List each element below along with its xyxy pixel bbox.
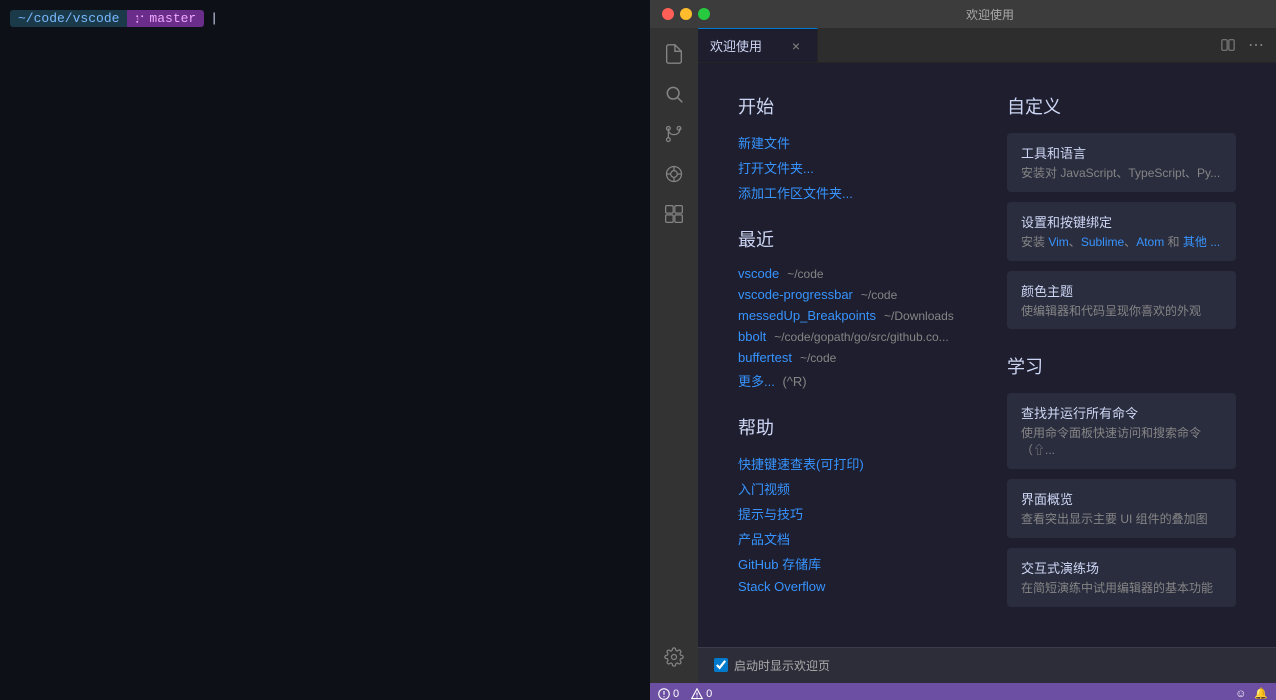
footer-bar: 启动时显示欢迎页: [698, 647, 1276, 683]
recent-item-1: vscode-progressbar ~/code: [738, 287, 967, 302]
start-title: 开始: [738, 93, 967, 119]
help-title: 帮助: [738, 414, 967, 440]
tab-close-button[interactable]: ×: [787, 37, 805, 55]
add-workspace-link[interactable]: 添加工作区文件夹...: [738, 183, 967, 202]
debug-icon[interactable]: [656, 156, 692, 192]
error-count: 0: [673, 688, 679, 700]
warning-count: 0: [706, 688, 712, 700]
intro-video-link[interactable]: 入门视频: [738, 479, 967, 498]
learn-section: 学习 查找并运行所有命令 使用命令面板快速访问和搜索命令（⇧... 界面概览 查…: [1007, 353, 1236, 606]
tools-card-title: 工具和语言: [1021, 143, 1222, 162]
vscode-window-title: 欢迎使用: [716, 6, 1264, 23]
bell-icon[interactable]: 🔔: [1254, 687, 1268, 700]
extensions-icon[interactable]: [656, 196, 692, 232]
recent-name-3[interactable]: bbolt: [738, 329, 766, 344]
docs-link[interactable]: 产品文档: [738, 529, 967, 548]
recent-name-0[interactable]: vscode: [738, 266, 779, 281]
help-section: 帮助 快捷键速查表(可打印) 入门视频 提示与技巧 产品文档 GitHub 存储…: [738, 414, 967, 594]
vscode-panel: 欢迎使用: [650, 0, 1276, 700]
status-bar-right: ☺ 🔔: [1235, 687, 1268, 700]
split-editor-button[interactable]: [1216, 33, 1240, 57]
github-link[interactable]: GitHub 存储库: [738, 554, 967, 573]
status-bar: 0 0 ☺ 🔔: [650, 683, 1276, 700]
command-palette-desc: 使用命令面板快速访问和搜索命令（⇧...: [1021, 425, 1222, 459]
recent-section: 最近 vscode ~/code vscode-progressbar ~/co…: [738, 226, 967, 390]
keybindings-card[interactable]: 设置和按键绑定 安装 Vim、Sublime、Atom 和 其他 ...: [1007, 202, 1236, 261]
welcome-content: 开始 新建文件 打开文件夹... 添加工作区文件夹... 最近 vscod: [698, 63, 1276, 647]
vscode-minimize-button[interactable]: [680, 8, 692, 20]
learn-title: 学习: [1007, 353, 1236, 379]
keybindings-card-desc: 安装 Vim、Sublime、Atom 和 其他 ...: [1021, 234, 1222, 251]
tab-actions: [1216, 28, 1276, 62]
recent-path-4: ~/code: [800, 351, 836, 365]
recent-item-2: messedUp_Breakpoints ~/Downloads: [738, 308, 967, 323]
smiley-icon[interactable]: ☺: [1235, 687, 1246, 700]
color-theme-card-title: 颜色主题: [1021, 281, 1222, 300]
show-welcome-checkbox[interactable]: [714, 658, 728, 672]
recent-item-0: vscode ~/code: [738, 266, 967, 281]
vscode-close-button[interactable]: [662, 8, 674, 20]
stackoverflow-link[interactable]: Stack Overflow: [738, 579, 967, 594]
search-icon[interactable]: [656, 76, 692, 112]
editor-area: 欢迎使用 ×: [698, 28, 1276, 683]
playground-card[interactable]: 交互式演练场 在简短演练中试用编辑器的基本功能: [1007, 548, 1236, 607]
start-section: 开始 新建文件 打开文件夹... 添加工作区文件夹...: [738, 93, 967, 202]
recent-path-0: ~/code: [787, 267, 823, 281]
recent-path-2: ~/Downloads: [884, 309, 954, 323]
terminal-panel[interactable]: ~/code/vscode master |: [0, 0, 650, 700]
recent-name-4[interactable]: buffertest: [738, 350, 792, 365]
activity-bar: [650, 28, 698, 683]
tab-bar: 欢迎使用 ×: [698, 28, 1276, 63]
prompt-path: ~/code/vscode: [10, 10, 127, 27]
open-folder-link[interactable]: 打开文件夹...: [738, 158, 967, 177]
more-actions-button[interactable]: [1244, 33, 1268, 57]
warning-status[interactable]: 0: [691, 688, 712, 700]
prompt-cursor: |: [210, 11, 218, 26]
recent-item-4: buffertest ~/code: [738, 350, 967, 365]
playground-title: 交互式演练场: [1021, 558, 1222, 577]
welcome-tab[interactable]: 欢迎使用 ×: [698, 28, 818, 62]
recent-path-1: ~/code: [861, 288, 897, 302]
vscode-maximize-button[interactable]: [698, 8, 710, 20]
customize-title: 自定义: [1007, 93, 1236, 119]
welcome-right-column: 自定义 工具和语言 安装对 JavaScript、TypeScript、Py..…: [1007, 93, 1236, 617]
error-status[interactable]: 0: [658, 688, 679, 700]
ui-overview-title: 界面概览: [1021, 489, 1222, 508]
customize-section: 自定义 工具和语言 安装对 JavaScript、TypeScript、Py..…: [1007, 93, 1236, 329]
recent-more-link[interactable]: 更多... (^R): [738, 371, 967, 390]
recent-item-3: bbolt ~/code/gopath/go/src/github.co...: [738, 329, 967, 344]
playground-desc: 在简短演练中试用编辑器的基本功能: [1021, 580, 1222, 597]
source-control-icon[interactable]: [656, 116, 692, 152]
color-theme-card-desc: 使编辑器和代码呈现你喜欢的外观: [1021, 303, 1222, 320]
recent-title: 最近: [738, 226, 967, 252]
terminal-prompt: ~/code/vscode master |: [10, 10, 640, 27]
tools-card-desc: 安装对 JavaScript、TypeScript、Py...: [1021, 165, 1222, 182]
tips-link[interactable]: 提示与技巧: [738, 504, 967, 523]
welcome-left-column: 开始 新建文件 打开文件夹... 添加工作区文件夹... 最近 vscod: [738, 93, 967, 617]
ui-overview-card[interactable]: 界面概览 查看突出显示主要 UI 组件的叠加图: [1007, 479, 1236, 538]
keyboard-shortcut-link[interactable]: 快捷键速查表(可打印): [738, 454, 967, 473]
explorer-icon[interactable]: [656, 36, 692, 72]
recent-name-1[interactable]: vscode-progressbar: [738, 287, 853, 302]
vscode-topbar: 欢迎使用: [650, 0, 1276, 28]
new-file-link[interactable]: 新建文件: [738, 133, 967, 152]
keybindings-card-title: 设置和按键绑定: [1021, 212, 1222, 231]
prompt-branch: master: [127, 10, 204, 27]
color-theme-card[interactable]: 颜色主题 使编辑器和代码呈现你喜欢的外观: [1007, 271, 1236, 330]
footer-label: 启动时显示欢迎页: [734, 657, 830, 674]
tab-label: 欢迎使用: [710, 36, 762, 55]
settings-icon[interactable]: [656, 639, 692, 675]
recent-name-2[interactable]: messedUp_Breakpoints: [738, 308, 876, 323]
command-palette-card[interactable]: 查找并运行所有命令 使用命令面板快速访问和搜索命令（⇧...: [1007, 393, 1236, 469]
recent-path-3: ~/code/gopath/go/src/github.co...: [774, 330, 948, 344]
command-palette-title: 查找并运行所有命令: [1021, 403, 1222, 422]
ui-overview-desc: 查看突出显示主要 UI 组件的叠加图: [1021, 511, 1222, 528]
tools-card[interactable]: 工具和语言 安装对 JavaScript、TypeScript、Py...: [1007, 133, 1236, 192]
